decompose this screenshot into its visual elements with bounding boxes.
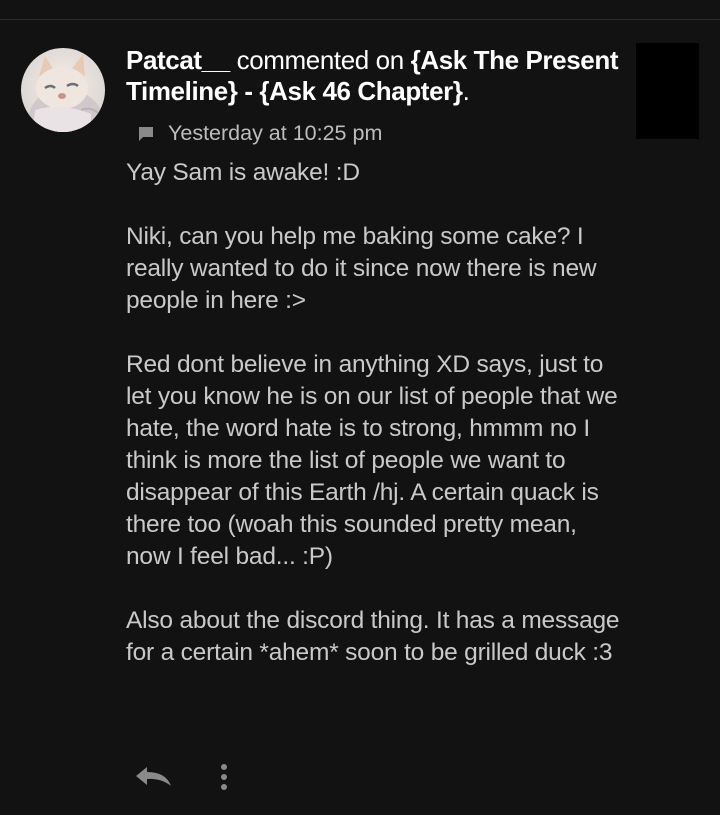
comment-paragraph: Yay Sam is awake! :D [126,159,360,186]
comment-actions [130,760,234,794]
comment-meta: Yesterday at 10:25 pm [137,118,382,148]
comment-paragraph: Also about the discord thing. It has a m… [126,607,620,666]
comment-header: Patcat__ commented on {Ask The Present T… [126,45,621,107]
comment-timestamp: Yesterday at 10:25 pm [168,120,383,145]
more-options-button[interactable] [214,760,234,794]
post-thumbnail[interactable] [636,43,699,139]
reply-arrow-icon [136,767,171,786]
avatar-cat-image [21,48,105,132]
comment-bubble-icon [137,124,155,142]
author-name[interactable]: Patcat__ [126,45,230,75]
avatar[interactable] [21,48,105,132]
top-divider [0,19,720,20]
header-period: . [462,76,470,106]
comment-paragraph: Niki, can you help me baking some cake? … [126,223,597,314]
comment-body: Yay Sam is awake! :D Niki, can you help … [126,157,626,669]
more-vertical-icon [221,764,227,790]
comment-verb: commented on [236,45,405,75]
reply-button[interactable] [130,760,176,794]
comment-paragraph: Red dont believe in anything XD says, ju… [126,351,618,570]
